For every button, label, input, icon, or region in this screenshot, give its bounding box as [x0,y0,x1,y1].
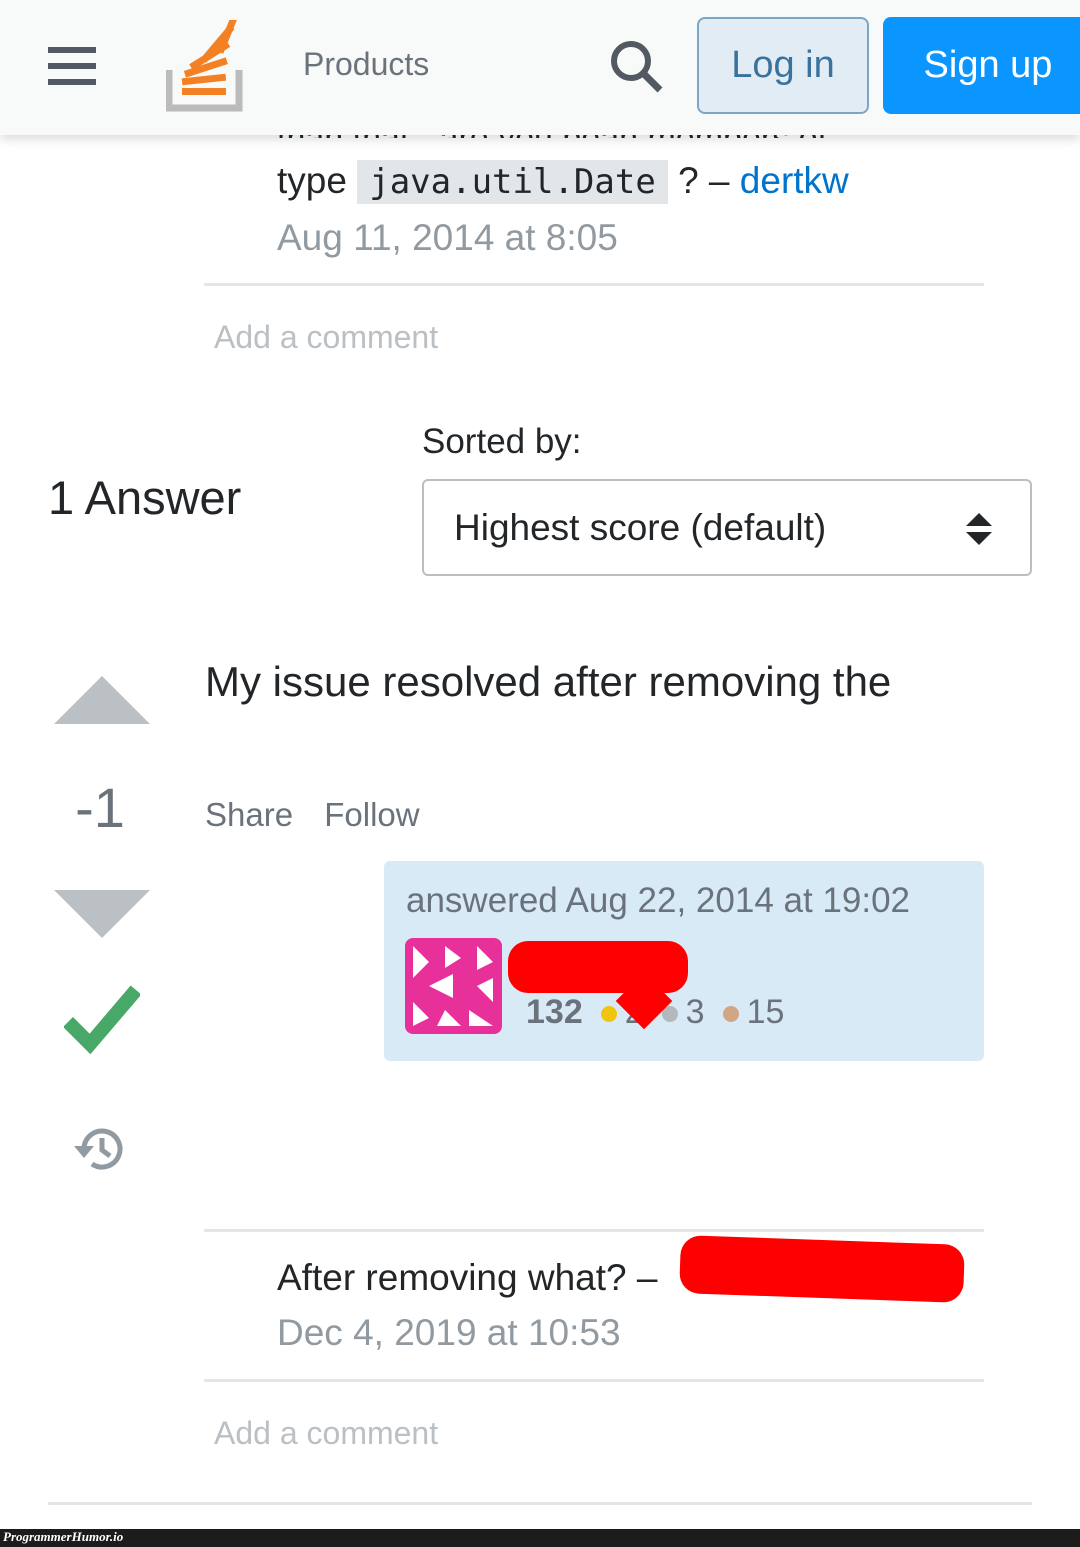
bronze-badge-icon [722,1006,739,1023]
divider [48,1502,1032,1505]
sort-arrows-icon [966,513,992,545]
accepted-checkmark-icon [64,985,140,1055]
comment-author-link[interactable]: dertkw [740,160,849,201]
add-comment-link[interactable]: Add a comment [214,319,438,356]
comment-date[interactable]: Dec 4, 2019 at 10:53 [277,1312,621,1354]
stackoverflow-logo[interactable] [166,20,244,112]
top-bar: Products Log in Sign up [0,0,1080,135]
sort-label: Sorted by: [422,422,582,461]
products-link[interactable]: Products [303,46,429,83]
sort-select[interactable]: Highest score (default) [422,479,1032,576]
watermark: ProgrammerHumor.io [0,1529,1080,1547]
comment-date[interactable]: Aug 11, 2014 at 8:05 [277,217,618,259]
history-icon[interactable] [72,1122,130,1176]
answer-body: My issue resolved after removing the [205,658,892,705]
answer-menu: Share Follow [205,796,420,834]
divider [204,1379,984,1382]
reputation-score: 132 [526,993,583,1031]
divider [204,283,984,286]
inline-code: java.util.Date [357,160,668,204]
silver-count: 3 [685,993,705,1031]
search-icon[interactable] [608,38,664,94]
redaction-mark [508,941,688,993]
login-button[interactable]: Log in [697,17,869,114]
add-comment-link[interactable]: Add a comment [214,1415,438,1452]
comment-dash: ? – [678,160,730,201]
gold-badge-icon [600,1006,617,1023]
divider [204,1229,984,1232]
bronze-count: 15 [746,993,785,1031]
question-comment: type java.util.Date ? – dertkw [277,160,849,204]
sort-value: Highest score (default) [454,506,827,548]
comment-text: type [277,160,347,201]
share-link[interactable]: Share [205,796,293,833]
upvote-icon[interactable] [54,676,150,724]
answered-date[interactable]: answered Aug 22, 2014 at 19:02 [406,881,910,921]
downvote-icon[interactable] [54,890,150,938]
signup-button[interactable]: Sign up [883,17,1080,114]
follow-link[interactable]: Follow [324,796,419,833]
hamburger-menu-icon[interactable] [48,47,96,95]
answer-count: 1 Answer [48,471,242,524]
user-card: answered Aug 22, 2014 at 19:02 1322315 [384,861,984,1061]
answer-comment: After removing what? – [277,1257,658,1298]
user-avatar[interactable] [405,938,502,1034]
vote-score: -1 [75,776,125,839]
redaction-mark [679,1235,965,1303]
